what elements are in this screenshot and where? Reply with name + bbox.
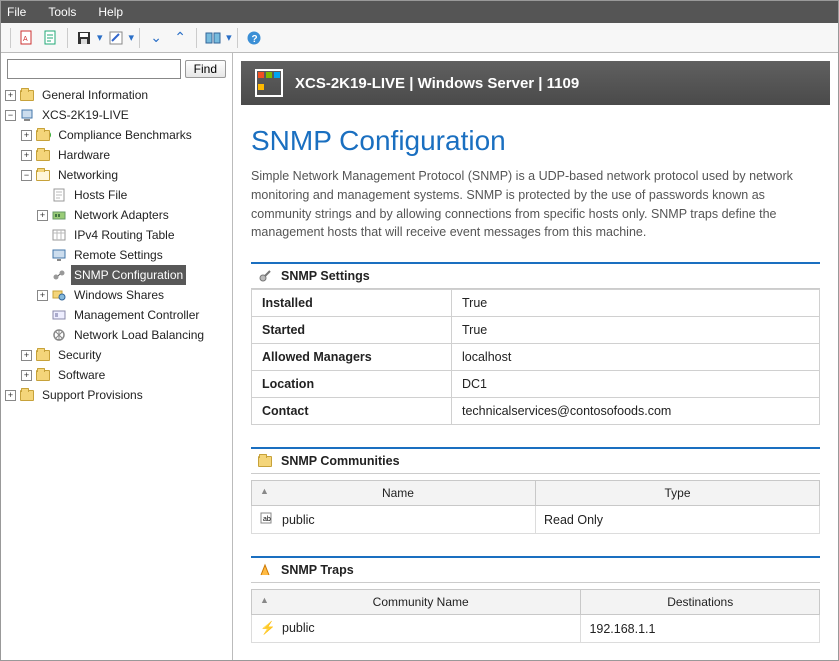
toolbar-sep (139, 28, 140, 48)
section-title: SNMP Settings (281, 269, 370, 283)
save-icon[interactable] (73, 27, 95, 49)
left-panel: Find +General Information −XCS-2K19-LIVE… (1, 53, 233, 660)
bolt-icon: ⚡ (260, 621, 276, 636)
col-type[interactable]: Type (536, 481, 820, 506)
section-snmp-settings: SNMP Settings (251, 262, 820, 289)
tree-mgmt-controller[interactable]: Management Controller (5, 305, 228, 325)
col-community-name[interactable]: ▲Community Name (252, 590, 581, 615)
tree-software[interactable]: +Software (5, 365, 228, 385)
export-doc-icon[interactable] (40, 27, 62, 49)
table-row: StartedTrue (252, 317, 820, 344)
snmp-settings-table: InstalledTrue StartedTrue Allowed Manage… (251, 289, 820, 425)
tree-host[interactable]: −XCS-2K19-LIVE (5, 105, 228, 125)
toolbar: A ▾ ▾ ⌄ ⌃ ▾ ? (1, 23, 838, 53)
table-row: Allowed Managerslocalhost (252, 344, 820, 371)
tree-support[interactable]: +Support Provisions (5, 385, 228, 405)
collapse-icon[interactable]: ⌃ (169, 27, 191, 49)
table-row: LocationDC1 (252, 371, 820, 398)
tree-general-info[interactable]: +General Information (5, 85, 228, 105)
menu-help[interactable]: Help (98, 5, 123, 19)
page-header-title: XCS-2K19-LIVE | Windows Server | 1109 (295, 75, 579, 92)
tree-networking[interactable]: −Networking (5, 165, 228, 185)
content-panel: XCS-2K19-LIVE | Windows Server | 1109 SN… (233, 53, 838, 660)
page-header: XCS-2K19-LIVE | Windows Server | 1109 (241, 61, 830, 105)
menu-file[interactable]: File (7, 5, 26, 19)
sort-asc-icon: ▲ (260, 486, 269, 496)
compare-icon[interactable] (202, 27, 224, 49)
settings-icon (257, 269, 273, 283)
tree-remote-settings[interactable]: Remote Settings (5, 245, 228, 265)
table-row: Contacttechnicalservices@contosofoods.co… (252, 398, 820, 425)
toolbar-sep (67, 28, 68, 48)
save-dropdown-icon[interactable]: ▾ (97, 31, 103, 44)
edit-icon[interactable] (105, 27, 127, 49)
community-icon: ab (260, 512, 276, 524)
svg-text:ab: ab (263, 516, 271, 523)
edit-dropdown-icon[interactable]: ▾ (129, 31, 135, 44)
find-button[interactable]: Find (185, 60, 226, 78)
compare-dropdown-icon[interactable]: ▾ (226, 31, 232, 44)
table-row: InstalledTrue (252, 290, 820, 317)
tree-hosts-file[interactable]: Hosts File (5, 185, 228, 205)
page-description: Simple Network Management Protocol (SNMP… (251, 167, 820, 242)
toolbar-sep (237, 28, 238, 48)
section-snmp-traps: SNMP Traps (251, 556, 820, 583)
svg-text:A: A (23, 36, 28, 43)
trap-icon (257, 563, 273, 577)
tree-windows-shares[interactable]: +Windows Shares (5, 285, 228, 305)
export-pdf-icon[interactable]: A (16, 27, 38, 49)
tree-net-adapters[interactable]: +Network Adapters (5, 205, 228, 225)
col-destinations[interactable]: Destinations (581, 590, 820, 615)
traps-grid: ▲Community Name Destinations ⚡public 192… (251, 589, 820, 643)
search-input[interactable] (7, 59, 181, 79)
expand-icon[interactable]: ⌄ (145, 27, 167, 49)
tree-security[interactable]: +Security (5, 345, 228, 365)
section-title: SNMP Traps (281, 563, 354, 577)
tree-hardware[interactable]: +Hardware (5, 145, 228, 165)
section-snmp-communities: SNMP Communities (251, 447, 820, 474)
help-icon[interactable]: ? (243, 27, 265, 49)
col-name[interactable]: ▲Name (252, 481, 536, 506)
tree-ipv4-routing[interactable]: IPv4 Routing Table (5, 225, 228, 245)
menu-tools[interactable]: Tools (48, 5, 76, 19)
search-row: Find (1, 53, 232, 83)
sort-asc-icon: ▲ (260, 595, 269, 605)
toolbar-sep (10, 28, 11, 48)
communities-grid: ▲Name Type abpublic Read Only (251, 480, 820, 534)
page-title: SNMP Configuration (251, 125, 820, 157)
section-title: SNMP Communities (281, 454, 400, 468)
menubar: File Tools Help (1, 1, 838, 23)
svg-text:?: ? (251, 34, 257, 45)
toolbar-sep (196, 28, 197, 48)
nav-tree: +General Information −XCS-2K19-LIVE + Co… (1, 83, 232, 660)
table-row[interactable]: ⚡public 192.168.1.1 (252, 615, 820, 643)
tree-compliance[interactable]: + Compliance Benchmarks (5, 125, 228, 145)
tree-snmp-config[interactable]: SNMP Configuration (5, 265, 228, 285)
tree-nlb[interactable]: Network Load Balancing (5, 325, 228, 345)
folder-icon (257, 454, 273, 468)
table-row[interactable]: abpublic Read Only (252, 506, 820, 534)
server-icon (255, 69, 283, 97)
